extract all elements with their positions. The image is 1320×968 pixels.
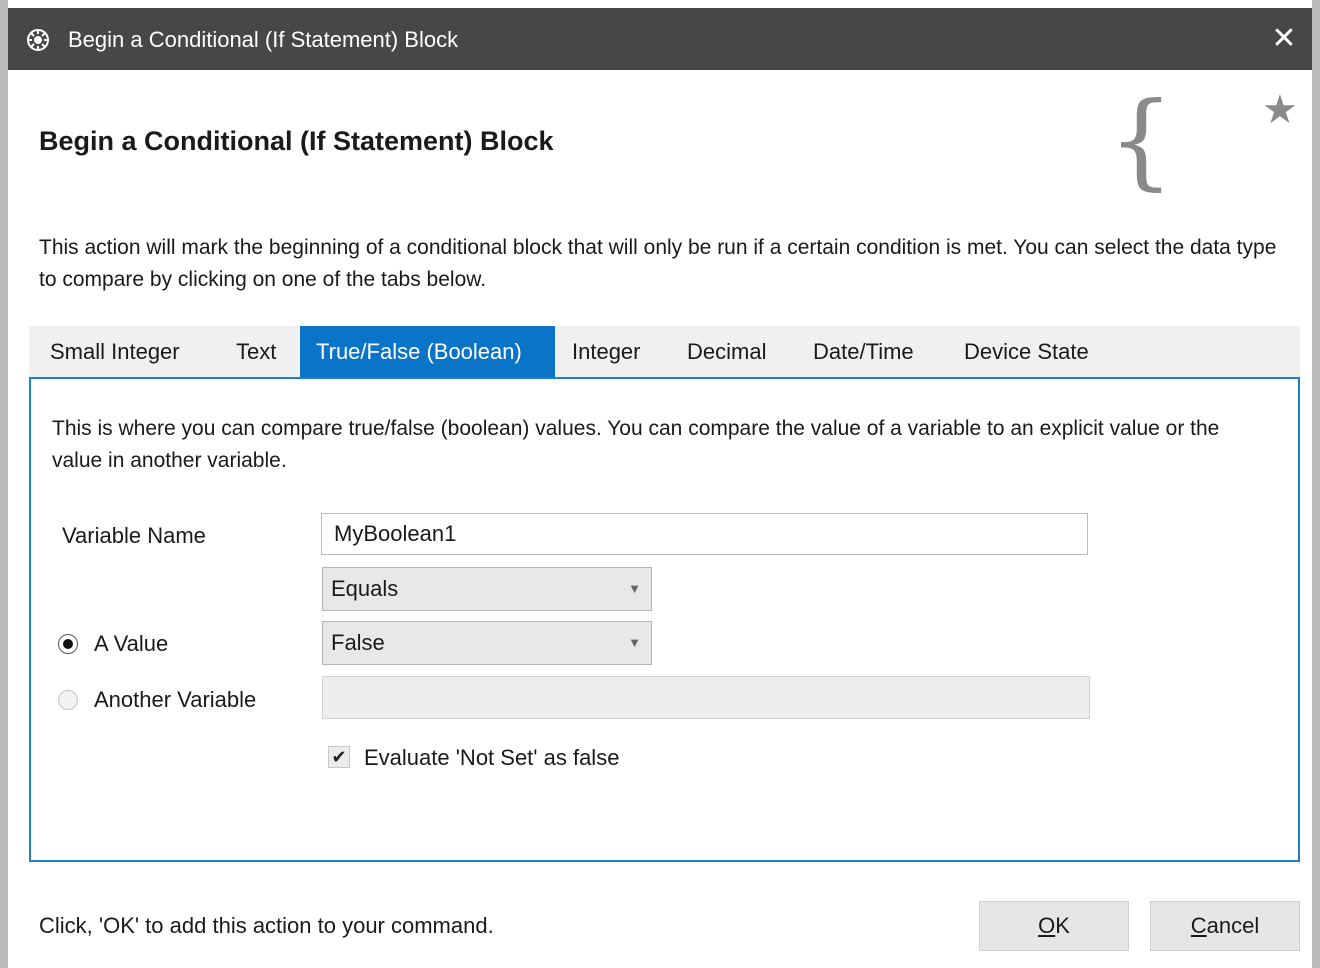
ok-button[interactable]: OK [979, 901, 1129, 951]
another-variable-label: Another Variable [94, 687, 257, 712]
footer-hint: Click, 'OK' to add this action to your c… [39, 913, 494, 938]
close-button[interactable]: ✕ [1256, 8, 1312, 70]
curly-brace-icon: { [1108, 79, 1175, 201]
tab-true-false-boolean[interactable]: True/False (Boolean) [300, 326, 555, 377]
another-variable-input[interactable] [322, 676, 1090, 719]
operator-dropdown[interactable]: Equals ▼ [322, 567, 652, 611]
chevron-down-icon: ▼ [628, 635, 641, 650]
data-type-tabs: Small Integer Text True/False (Boolean) … [29, 326, 1300, 377]
boolean-tab-panel: This is where you can compare true/false… [29, 377, 1300, 862]
page-heading: Begin a Conditional (If Statement) Block [39, 126, 554, 156]
a-value-radio[interactable] [58, 634, 78, 654]
dialog-window: Begin a Conditional (If Statement) Block… [0, 0, 1320, 968]
tab-integer[interactable]: Integer [556, 326, 657, 377]
variable-name-label: Variable Name [62, 523, 206, 548]
tab-device-state[interactable]: Device State [948, 326, 1105, 377]
tab-date-time[interactable]: Date/Time [797, 326, 930, 377]
cancel-label-rest: ancel [1206, 913, 1260, 938]
cancel-button[interactable]: Cancel [1150, 901, 1300, 951]
value-selected: False [331, 630, 385, 655]
ok-label-rest: K [1055, 913, 1070, 938]
panel-description: This is where you can compare true/false… [52, 417, 1220, 472]
tab-text[interactable]: Text [220, 326, 292, 377]
action-description: This action will mark the beginning of a… [39, 236, 1277, 291]
cancel-mnemonic: C [1190, 913, 1207, 938]
tab-decimal[interactable]: Decimal [671, 326, 782, 377]
variable-name-input[interactable]: MyBoolean1 [321, 513, 1088, 555]
evaluate-not-set-checkbox[interactable]: ✔ [328, 746, 350, 768]
ok-mnemonic: O [1038, 913, 1056, 938]
a-value-label: A Value [94, 631, 169, 656]
window-title: Begin a Conditional (If Statement) Block [68, 27, 459, 52]
title-bar[interactable]: Begin a Conditional (If Statement) Block… [8, 8, 1312, 70]
evaluate-not-set-label: Evaluate 'Not Set' as false [364, 745, 620, 770]
value-dropdown[interactable]: False ▼ [322, 621, 652, 665]
operator-selected: Equals [331, 576, 399, 601]
tab-small-integer[interactable]: Small Integer [34, 326, 196, 377]
favorite-star-icon[interactable]: ★ [1262, 86, 1298, 134]
another-variable-radio[interactable] [58, 690, 78, 710]
chevron-down-icon: ▼ [628, 581, 641, 596]
app-gear-icon [27, 29, 49, 51]
